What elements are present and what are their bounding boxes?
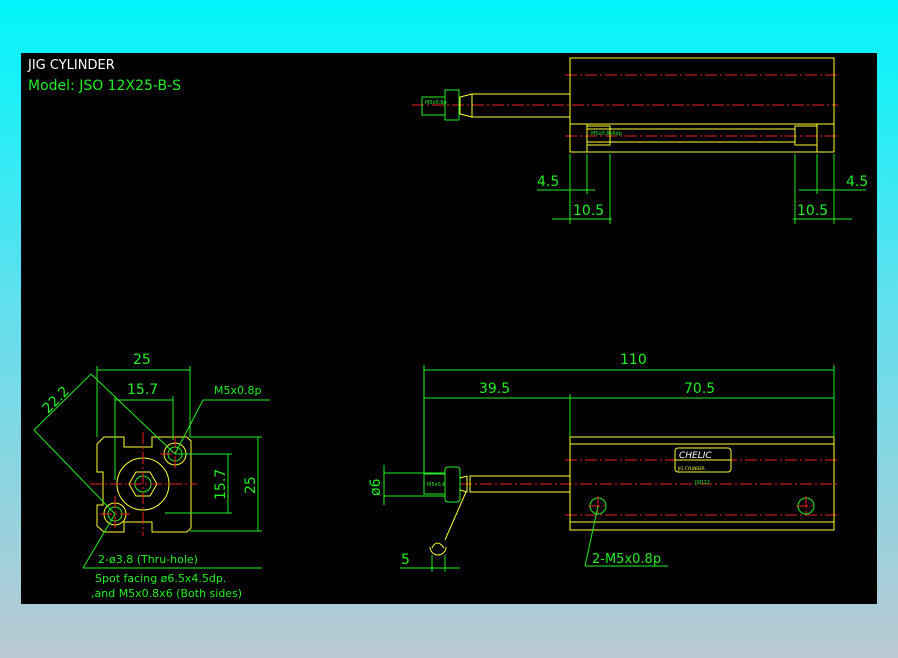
dim-left-4-5: 4.5 <box>537 174 559 190</box>
side-view: CHELIC JIG CYLINDER JSO12 M5x0.8 110 39.… <box>368 352 838 572</box>
dim-right-4-5: 4.5 <box>846 174 868 190</box>
port-label: M5x0.8x6dp <box>591 131 622 137</box>
dim-vertical-15-7: 15.7 <box>213 469 229 500</box>
dim-pitch-15-7: 15.7 <box>127 382 158 398</box>
dim-body-70-5: 70.5 <box>684 381 715 397</box>
rod-thread-label: M5x0.8p <box>425 100 447 106</box>
dim-left-10-5: 10.5 <box>573 203 604 219</box>
nameplate-brand: CHELIC <box>679 451 712 461</box>
dim-total-110: 110 <box>620 352 647 368</box>
dim-width-25: 25 <box>133 352 151 368</box>
top-view: M5x0.8p M5x0.8x6dp 4.5 10.5 4.5 10.5 <box>412 57 868 224</box>
hole-note-3: ,and M5x0.8x6 (Both sides) <box>91 587 242 600</box>
hole-note-1: 2-ø3.8 (Thru-hole) <box>98 553 198 566</box>
dim-right-10-5: 10.5 <box>797 203 828 219</box>
title-model: Model: JSO 12X25-B-S <box>28 78 181 94</box>
port-label-side: 2-M5x0.8p <box>592 552 661 567</box>
hole-note-2: Spot facing ø6.5x4.5dp. <box>95 572 226 585</box>
dim-rod-39-5: 39.5 <box>479 381 510 397</box>
dim-diagonal-22-2: 22.2 <box>40 383 73 416</box>
rod-thread-label-side: M5x0.8 <box>427 482 445 488</box>
model-mark: JSO12 <box>694 480 710 486</box>
cad-drawing: JIG CYLINDER Model: JSO 12X25-B-S M5x0.8… <box>27 57 868 600</box>
nameplate-text: JIG CYLINDER <box>677 466 705 471</box>
thread-label: M5x0.8p <box>214 384 261 397</box>
dim-rod-diameter: ø6 <box>368 478 384 496</box>
title-line1: JIG CYLINDER <box>27 58 115 73</box>
dim-height-25: 25 <box>243 476 259 494</box>
end-view: 25 15.7 22.2 M5x0.8p 15.7 25 2-ø3.8 (Thr… <box>33 352 270 600</box>
dim-wrench-5: 5 <box>401 552 410 568</box>
